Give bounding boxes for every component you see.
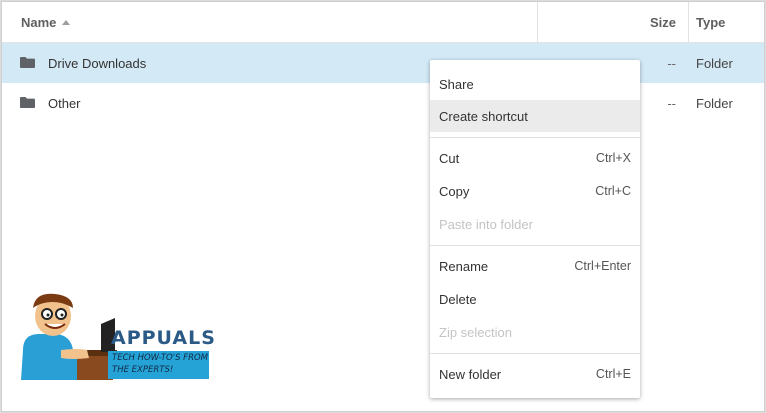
file-row-drive-downloads[interactable]: Drive Downloads -- Folder <box>2 43 764 83</box>
file-size: -- <box>667 56 676 71</box>
menu-separator <box>430 353 640 354</box>
folder-icon <box>20 57 35 68</box>
menu-item-shortcut: Ctrl+Enter <box>574 259 631 273</box>
menu-item-label: Copy <box>439 184 470 199</box>
file-name: Other <box>48 96 81 111</box>
menu-separator <box>430 245 640 246</box>
folder-icon <box>20 97 35 108</box>
file-row-other[interactable]: Other -- Folder <box>2 83 764 123</box>
file-type: Folder <box>696 96 733 111</box>
menu-item-label: Paste into folder <box>439 217 533 232</box>
menu-item-label: Share <box>439 77 474 92</box>
file-name: Drive Downloads <box>48 56 147 71</box>
column-header: Name Size Type <box>2 2 764 43</box>
context-menu: Share Create shortcut Cut Ctrl+X Copy Ct… <box>430 60 640 398</box>
sort-ascending-icon <box>62 19 71 25</box>
menu-item-shortcut: Ctrl+C <box>595 184 631 198</box>
column-divider[interactable] <box>688 2 689 43</box>
name-column-header[interactable]: Name <box>21 15 71 30</box>
menu-item-paste-into-folder: Paste into folder <box>430 208 640 240</box>
menu-item-label: Rename <box>439 259 489 274</box>
logo-tagline-line2: THE EXPERTS! <box>112 365 174 375</box>
menu-item-label: Create shortcut <box>439 109 528 124</box>
menu-item-label: Zip selection <box>439 325 512 340</box>
file-type: Folder <box>696 56 733 71</box>
name-column-label: Name <box>21 15 57 30</box>
menu-item-rename[interactable]: Rename Ctrl+Enter <box>430 250 640 282</box>
menu-item-label: Delete <box>439 292 477 307</box>
menu-item-delete[interactable]: Delete <box>430 283 640 315</box>
column-divider[interactable] <box>537 2 538 43</box>
menu-item-cut[interactable]: Cut Ctrl+X <box>430 142 640 174</box>
logo-title: APPUALS <box>111 327 216 349</box>
menu-item-copy[interactable]: Copy Ctrl+C <box>430 175 640 207</box>
menu-item-shortcut: Ctrl+E <box>595 367 631 381</box>
menu-item-new-folder[interactable]: New folder Ctrl+E <box>430 358 640 390</box>
menu-item-label: New folder <box>439 367 502 382</box>
logo-tagline-line1: TECH HOW-TO'S FROM <box>112 353 209 363</box>
menu-item-shortcut: Ctrl+X <box>595 151 631 165</box>
type-column-header[interactable]: Type <box>696 15 725 30</box>
menu-separator <box>430 137 640 138</box>
menu-item-share[interactable]: Share <box>430 68 640 100</box>
menu-item-zip-selection: Zip selection <box>430 316 640 348</box>
menu-item-create-shortcut[interactable]: Create shortcut <box>430 100 640 132</box>
file-size: -- <box>667 96 676 111</box>
menu-item-label: Cut <box>439 151 460 166</box>
size-column-header[interactable]: Size <box>650 15 676 30</box>
file-browser: Name Size Type Drive Downloads -- Folder… <box>1 1 765 412</box>
